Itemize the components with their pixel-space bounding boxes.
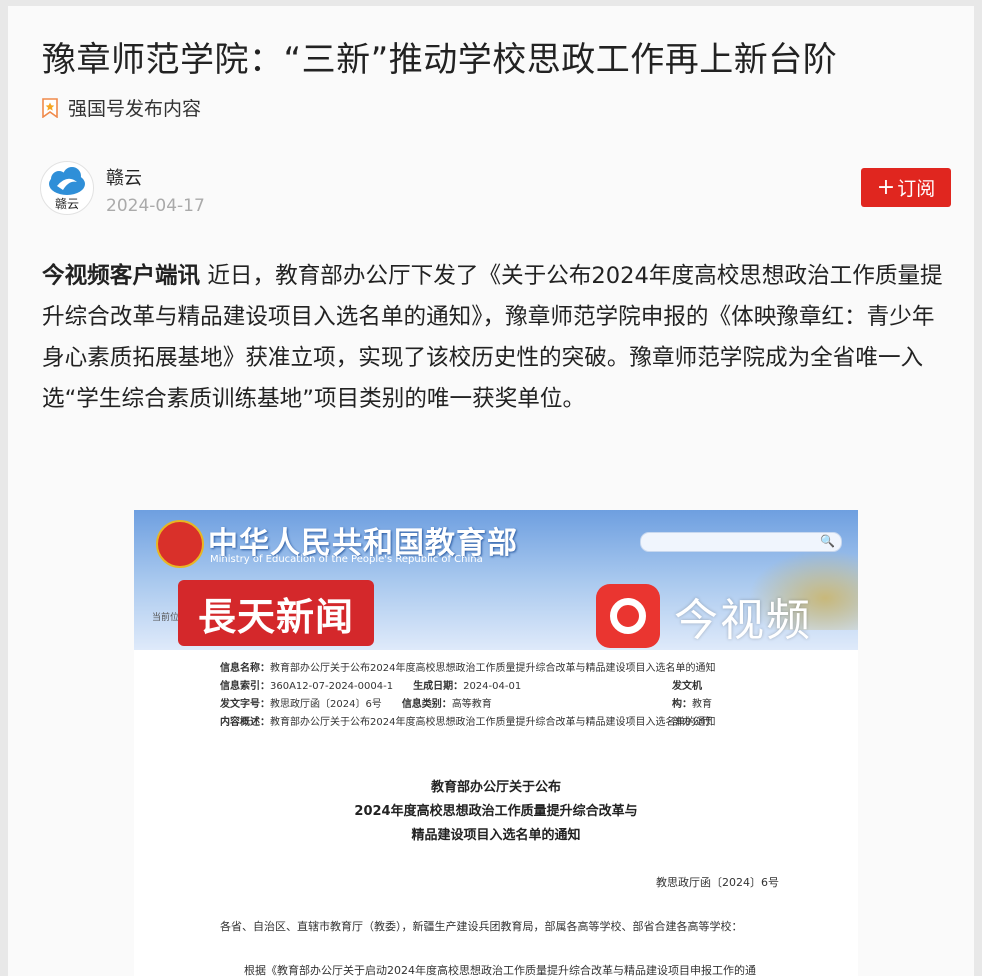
meta-summary-value: 教育部办公厅关于公布2024年度高校思想政治工作质量提升综合改革与精品建设项目入… <box>270 717 716 728</box>
doc-number: 教思政厅函〔2024〕6号 <box>656 876 779 889</box>
plus-icon: + <box>876 174 896 200</box>
article-image[interactable]: 中华人民共和国教育部 Ministry of Education of the … <box>134 510 858 976</box>
search-icon: 🔍 <box>820 534 835 548</box>
meta-index-value: 360A12-07-2024-0004-1 <box>270 681 394 692</box>
meta-type-label: 信息类别： <box>401 699 452 710</box>
meta-docno-value: 教思政厅函〔2024〕6号 <box>270 699 382 710</box>
meta-name-label: 信息名称： <box>220 663 270 674</box>
jinshipin-watermark: 今视频 <box>596 584 812 648</box>
image-search-box: 🔍 <box>640 532 842 552</box>
lead-text: 今视频客户端讯 <box>42 263 201 289</box>
doc-title-line-2: 2024年度高校思想政治工作质量提升综合改革与 <box>354 804 638 819</box>
bookmark-star-icon <box>42 97 58 118</box>
national-emblem-icon <box>156 520 204 568</box>
avatar-label: 赣云 <box>54 197 79 211</box>
author-name[interactable]: 赣云 <box>106 164 205 190</box>
changtian-watermark: 長天新闻 <box>178 580 374 646</box>
article-body: 今视频客户端讯 近日，教育部办公厅下发了《关于公布2024年度高校思想政治工作质… <box>42 256 954 420</box>
meta-type-value: 高等教育 <box>451 699 492 710</box>
doc-title: 教育部办公厅关于公布 2024年度高校思想政治工作质量提升综合改革与 精品建设项… <box>134 776 858 848</box>
ministry-name-en: Ministry of Education of the People's Re… <box>210 554 483 565</box>
meta-name-value: 教育部办公厅关于公布2024年度高校思想政治工作质量提升综合改革与精品建设项目入… <box>270 663 716 674</box>
article-title: 豫章师范学院：“三新”推动学校思政工作再上新台阶 <box>42 40 838 80</box>
author-info: 赣云 2024-04-17 <box>106 164 205 216</box>
source-label: 强国号发布内容 <box>68 98 202 120</box>
meta-index-label: 信息索引： <box>220 681 270 692</box>
doc-meta: 信息名称： 教育部办公厅关于公布2024年度高校思想政治工作质量提升综合改革与精品… <box>220 660 715 732</box>
avatar[interactable]: 赣云 <box>40 161 94 215</box>
doc-title-line-1: 教育部办公厅关于公布 <box>430 780 561 795</box>
jinshipin-text: 今视频 <box>674 595 812 646</box>
publish-date: 2024-04-17 <box>106 196 205 216</box>
subscribe-button[interactable]: + 订阅 <box>861 168 951 207</box>
article-page: 豫章师范学院：“三新”推动学校思政工作再上新台阶 强国号发布内容 赣云 赣云 2… <box>8 6 974 976</box>
doc-paragraph: 根据《教育部办公厅关于启动2024年度高校思想政治工作质量提升综合改革与精品建设… <box>244 964 756 976</box>
subscribe-label: 订阅 <box>897 178 936 200</box>
meta-date-label: 生成日期： <box>413 681 464 692</box>
jinshipin-logo-icon <box>596 584 660 648</box>
doc-title-line-3: 精品建设项目入选名单的通知 <box>411 828 581 843</box>
meta-date-value: 2024-04-01 <box>463 681 522 692</box>
meta-summary-label: 内容概述： <box>220 717 270 728</box>
source-line: 强国号发布内容 <box>42 94 201 121</box>
meta-docno-label: 发文字号： <box>220 699 270 710</box>
author-block[interactable]: 赣云 赣云 2024-04-17 <box>40 161 205 216</box>
doc-addressee: 各省、自治区、直辖市教育厅（教委），新疆生产建设兵团教育局，部属各高等学校、部省… <box>220 920 743 933</box>
